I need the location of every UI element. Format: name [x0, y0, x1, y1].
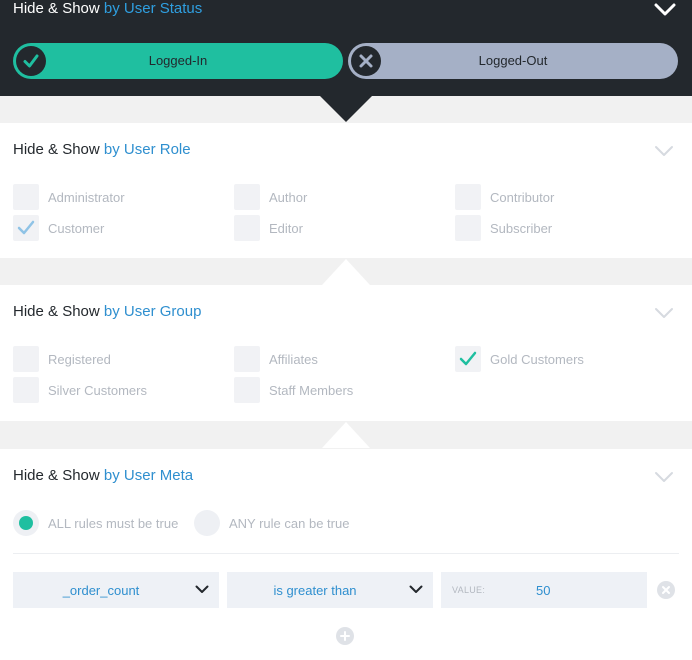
- section-notch: [320, 96, 372, 122]
- user-status-title-prefix: Hide & Show: [13, 0, 100, 17]
- section-notch: [322, 422, 370, 448]
- add-rule-icon[interactable]: [336, 627, 354, 645]
- group-option-label: Registered: [48, 352, 111, 367]
- user-meta-title-accent: by User Meta: [103, 467, 194, 484]
- logged-in-label: Logged-In: [148, 53, 208, 68]
- role-option-label: Editor: [269, 221, 303, 236]
- group-option-label: Gold Customers: [490, 352, 584, 367]
- user-group-title-accent: by User Group: [103, 303, 202, 320]
- check-icon: [459, 351, 477, 366]
- match-all-label: ALL rules must be true: [48, 516, 179, 531]
- user-status-title-accent: by User Status: [103, 0, 203, 17]
- group-option-label: Staff Members: [269, 383, 354, 398]
- user-meta-title: Hide & Show by User Meta: [13, 467, 193, 484]
- checkbox[interactable]: [234, 346, 260, 372]
- check-icon: [17, 220, 35, 235]
- checkbox[interactable]: [234, 184, 260, 210]
- chevron-down-icon: [409, 585, 423, 593]
- user-group-title: Hide & Show by User Group: [13, 303, 201, 320]
- match-any-label: ANY rule can be true: [229, 516, 350, 531]
- checkbox[interactable]: [234, 377, 260, 403]
- role-option-label: Contributor: [490, 190, 555, 205]
- checkbox[interactable]: [455, 215, 481, 241]
- chevron-down-icon[interactable]: [654, 307, 674, 319]
- user-role-title-accent: by User Role: [103, 141, 191, 158]
- meta-key-value: _order_count: [62, 583, 140, 598]
- group-option-label: Silver Customers: [48, 383, 147, 398]
- checkbox[interactable]: [13, 184, 39, 210]
- role-option-label: Administrator: [48, 190, 125, 205]
- chevron-down-icon[interactable]: [654, 3, 676, 17]
- user-role-section: Hide & Show by User Role Administrator A…: [0, 123, 692, 258]
- user-meta-title-prefix: Hide & Show: [13, 467, 100, 484]
- checkbox[interactable]: [13, 346, 39, 372]
- user-group-title-prefix: Hide & Show: [13, 303, 100, 320]
- user-status-section: Hide & Show by User Status Logged-In Log…: [0, 0, 692, 96]
- value-label: VALUE:: [452, 585, 486, 595]
- user-role-title-prefix: Hide & Show: [13, 141, 100, 158]
- logged-out-label: Logged-Out: [478, 53, 548, 68]
- logged-in-toggle[interactable]: Logged-In: [13, 43, 343, 79]
- remove-rule-icon[interactable]: [657, 581, 675, 599]
- role-option-label: Customer: [48, 221, 105, 236]
- radio-button[interactable]: [13, 510, 39, 536]
- meta-value-input[interactable]: [487, 572, 637, 608]
- section-notch: [322, 259, 370, 285]
- meta-key-select[interactable]: _order_count: [13, 572, 219, 608]
- group-option-label: Affiliates: [269, 352, 318, 367]
- meta-value-field[interactable]: VALUE:: [441, 572, 647, 608]
- checkbox[interactable]: [234, 215, 260, 241]
- divider: [13, 553, 679, 554]
- role-option-label: Subscriber: [490, 221, 553, 236]
- checkbox[interactable]: [455, 184, 481, 210]
- user-status-title: Hide & Show by User Status: [13, 0, 202, 18]
- meta-operator-value: is greater than: [273, 583, 357, 598]
- role-option-label: Author: [269, 190, 308, 205]
- chevron-down-icon: [195, 585, 209, 593]
- chevron-down-icon[interactable]: [654, 471, 674, 483]
- radio-button[interactable]: [194, 510, 220, 536]
- logged-out-toggle[interactable]: Logged-Out: [348, 43, 678, 79]
- meta-operator-select[interactable]: is greater than: [227, 572, 433, 608]
- checkbox[interactable]: [13, 215, 39, 241]
- chevron-down-icon[interactable]: [654, 145, 674, 157]
- user-group-section: Hide & Show by User Group Registered Aff…: [0, 285, 692, 421]
- checkbox[interactable]: [455, 346, 481, 372]
- checkbox[interactable]: [13, 377, 39, 403]
- user-role-title: Hide & Show by User Role: [13, 141, 191, 158]
